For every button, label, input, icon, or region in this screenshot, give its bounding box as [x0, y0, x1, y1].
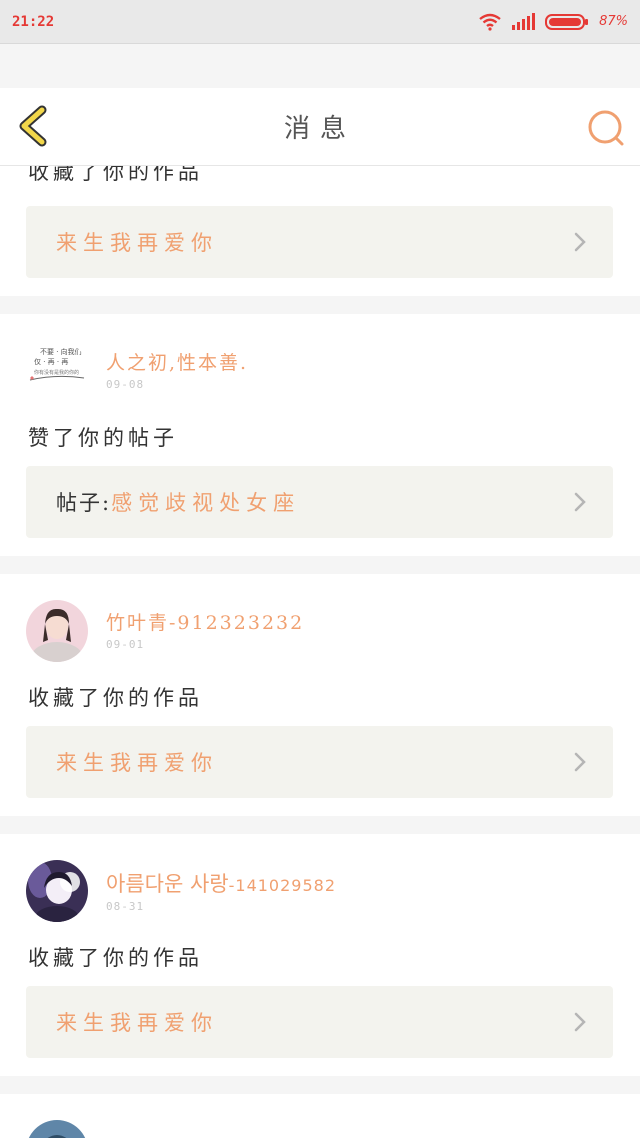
notification-card: 竹叶青-912323232 09-01 收藏了你的作品 来生我再爱你	[0, 574, 640, 816]
notification-date: 09-08	[106, 378, 145, 391]
page-title: 消息	[283, 114, 356, 144]
notification-target[interactable]: 来生我再爱你	[26, 726, 613, 798]
username[interactable]: 아름다운 사랑-141029582	[106, 868, 336, 898]
notification-date: 09-01	[106, 638, 145, 651]
svg-text:你有没有是我的你的: 你有没有是我的你的	[34, 369, 79, 376]
username[interactable]: 人之初,性本善.	[106, 348, 248, 375]
notification-date: 08-31	[106, 900, 145, 913]
target-name: 感觉歧视处女座	[111, 491, 301, 515]
notification-feed[interactable]: 收藏了你的作品 来生我再爱你 不要 · 向我们 仅 · 再 · 再 你有没有是我…	[0, 166, 640, 1138]
avatar[interactable]	[26, 1120, 88, 1138]
chevron-left-icon[interactable]	[14, 104, 54, 148]
app-header: 消息	[0, 88, 640, 166]
avatar-image	[26, 600, 88, 662]
status-bar: 21:22 87%	[0, 0, 640, 44]
avatar-image: 不要 · 向我们 仅 · 再 · 再 你有没有是我的你的	[26, 340, 88, 402]
username[interactable]: 竹叶青-912323232	[106, 608, 304, 635]
chevron-right-icon	[574, 1012, 586, 1032]
svg-text:仅 · 再 · 再: 仅 · 再 · 再	[34, 357, 68, 366]
notification-card: 收藏了你的作品 来生我再爱你	[0, 166, 640, 296]
chevron-right-icon	[574, 752, 586, 772]
username-name: 아름다운 사랑	[106, 872, 229, 896]
notification-action: 收藏了你的作品	[28, 946, 203, 970]
svg-text:不要 · 向我们: 不要 · 向我们	[40, 347, 82, 356]
chevron-right-icon	[574, 232, 586, 252]
avatar-image	[26, 1120, 88, 1138]
avatar[interactable]	[26, 860, 88, 922]
notification-card: 아름다운 사랑-141029582 08-31 收藏了你的作品 来生我再爱你	[0, 834, 640, 1076]
notification-target[interactable]: 来生我再爱你	[26, 986, 613, 1058]
notification-target[interactable]: 来生我再爱你	[26, 206, 613, 278]
target-prefix: 帖子:	[56, 491, 112, 515]
username-id: -141029582	[228, 876, 336, 895]
status-icons: 87%	[479, 12, 628, 31]
chevron-right-icon	[574, 492, 586, 512]
avatar[interactable]	[26, 600, 88, 662]
notification-target[interactable]: 帖子:感觉歧视处女座	[26, 466, 613, 538]
notification-action: 赞了你的帖子	[28, 426, 178, 450]
notification-card	[0, 1094, 640, 1138]
avatar[interactable]: 不要 · 向我们 仅 · 再 · 再 你有没有是我的你的	[26, 340, 88, 402]
notification-action: 收藏了你的作品	[28, 166, 203, 184]
status-time: 21:22	[12, 13, 55, 30]
avatar-image	[26, 860, 88, 922]
battery-percent: 87%	[599, 14, 628, 29]
target-title: 来生我再爱你	[56, 751, 218, 775]
signal-icon	[512, 12, 536, 30]
notification-card: 不要 · 向我们 仅 · 再 · 再 你有没有是我的你的 人之初,性本善. 09…	[0, 314, 640, 556]
target-title: 帖子:感觉歧视处女座	[56, 487, 300, 517]
target-title: 来生我再爱你	[56, 231, 218, 255]
notification-action: 收藏了你的作品	[28, 686, 203, 710]
search-icon[interactable]	[586, 108, 626, 148]
target-title: 来生我再爱你	[56, 1011, 218, 1035]
top-spacer	[0, 44, 640, 88]
battery-icon	[545, 13, 589, 30]
wifi-icon	[479, 13, 501, 31]
